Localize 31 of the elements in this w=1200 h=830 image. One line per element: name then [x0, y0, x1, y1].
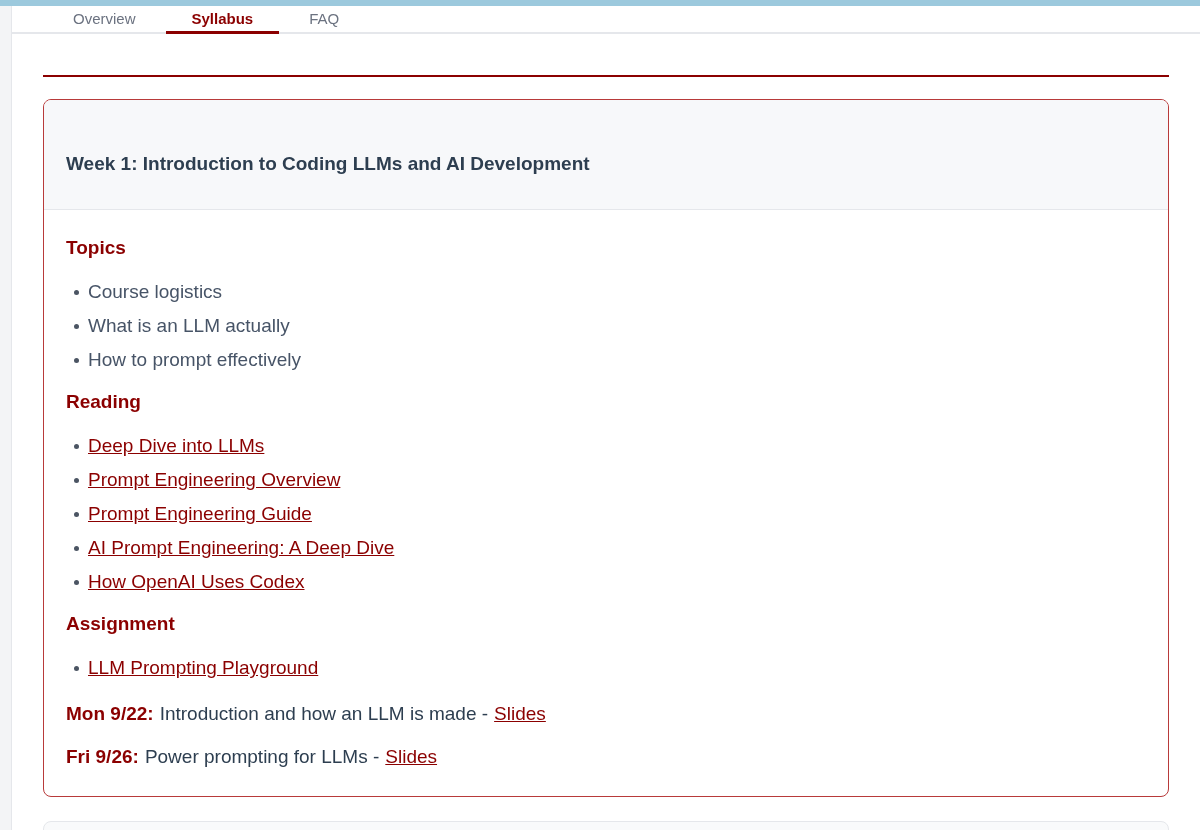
bullet-icon: [74, 478, 79, 483]
reading-link[interactable]: Prompt Engineering Overview: [88, 466, 341, 495]
tab[interactable]: Syllabus: [165, 6, 280, 34]
section-heading: Topics: [66, 235, 127, 260]
bullet-icon: [74, 580, 79, 585]
bullet-icon: [74, 444, 79, 449]
bullet-icon: [74, 358, 79, 363]
tab[interactable]: FAQ: [293, 6, 356, 34]
session-date: Mon 9/22:: [66, 701, 154, 726]
topic-item: What is an LLM actually: [88, 314, 290, 339]
section-heading: Reading: [66, 389, 142, 414]
week-title: Week 1: Introduction to Coding LLMs and AI Development: [66, 151, 590, 176]
topic-item: Course logistics: [88, 280, 223, 305]
tab[interactable]: Overview: [57, 6, 152, 34]
session-date: Fri 9/26:: [66, 744, 139, 769]
bullet-icon: [74, 290, 79, 295]
slides-link[interactable]: Slides: [494, 699, 546, 728]
section-heading: Assignment: [66, 611, 176, 636]
bullet-icon: [74, 324, 79, 329]
reading-link[interactable]: Prompt Engineering Guide: [88, 500, 312, 529]
reading-link[interactable]: LLM Prompting Playground: [88, 654, 319, 683]
reading-link[interactable]: How OpenAI Uses Codex: [88, 568, 305, 597]
topic-item: How to prompt effectively: [88, 348, 301, 373]
session-description: Power prompting for LLMs -: [144, 744, 380, 769]
bullet-icon: [74, 546, 79, 551]
bullet-icon: [74, 512, 79, 517]
slides-link[interactable]: Slides: [385, 742, 438, 771]
reading-link[interactable]: Deep Dive into LLMs: [88, 432, 265, 461]
bullet-icon: [74, 666, 79, 671]
session-description: Introduction and how an LLM is made -: [159, 701, 489, 726]
reading-link[interactable]: AI Prompt Engineering: A Deep Dive: [88, 534, 395, 563]
